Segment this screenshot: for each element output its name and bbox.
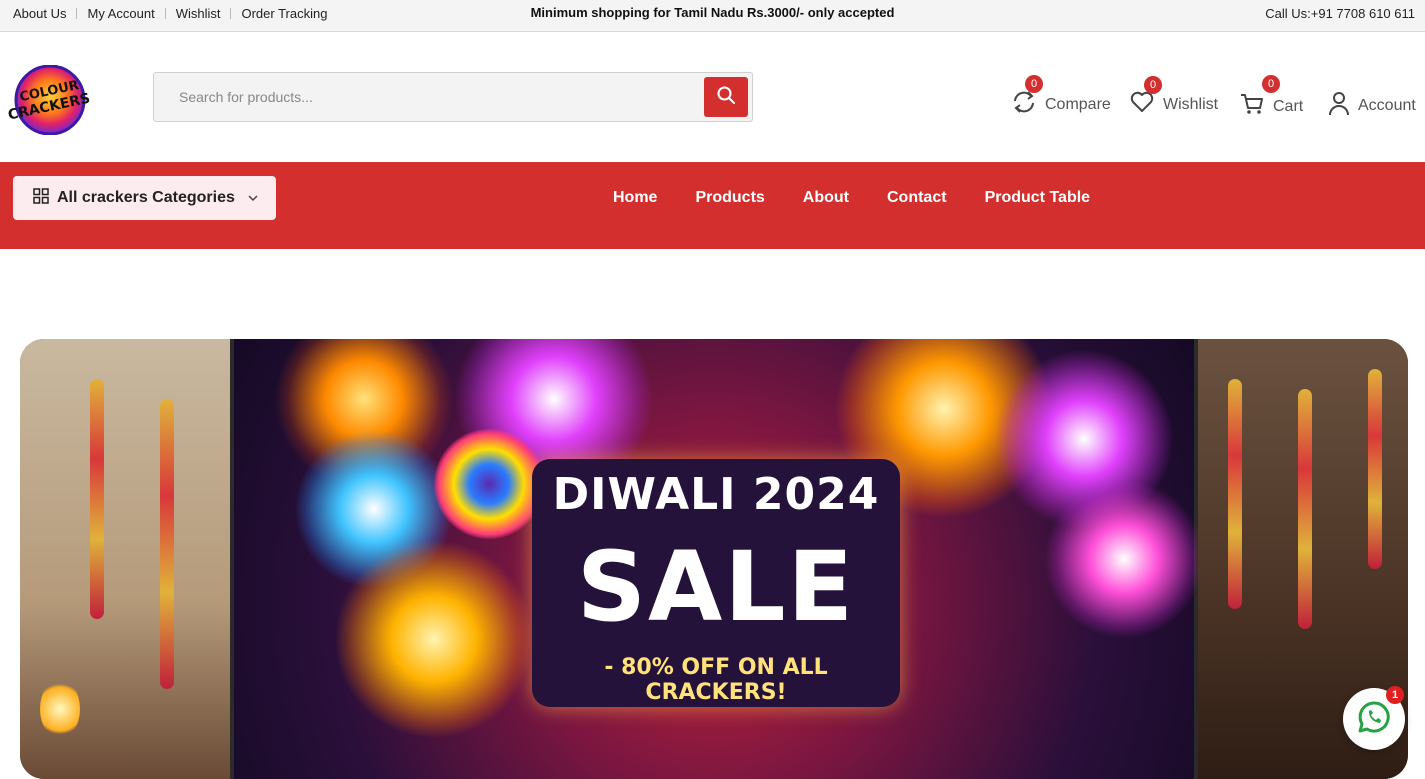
nav-contact[interactable]: Contact <box>887 189 947 207</box>
diya-flame <box>40 679 80 739</box>
wishlist-button[interactable]: Wishlist <box>1129 89 1218 120</box>
tassel-decoration <box>90 379 104 619</box>
all-categories-dropdown[interactable]: All crackers Categories <box>13 176 276 220</box>
main-nav: All crackers Categories Home Products Ab… <box>0 162 1425 249</box>
cart-button[interactable]: Cart <box>1239 91 1303 122</box>
categories-label: All crackers Categories <box>57 189 235 206</box>
nav-links: Home Products About Contact Product Tabl… <box>594 189 1109 207</box>
search-input[interactable] <box>154 73 694 121</box>
compare-button[interactable]: Compare <box>1011 89 1111 120</box>
firework-burst <box>334 539 534 739</box>
sale-card: DIWALI 2024 SALE - 80% OFF ON ALL CRACKE… <box>532 459 900 707</box>
whatsapp-notification-badge: 1 <box>1386 686 1404 704</box>
site-logo[interactable]: COLOUR CRACKERS <box>2 64 98 136</box>
nav-products[interactable]: Products <box>695 189 764 207</box>
top-bar: About Us My Account Wishlist Order Track… <box>0 0 1425 32</box>
compare-count-badge: 0 <box>1025 75 1043 93</box>
search-icon <box>716 85 736 110</box>
chevron-down-icon <box>247 189 259 207</box>
compare-icon <box>1011 89 1037 120</box>
nav-home[interactable]: Home <box>613 189 657 207</box>
sale-offer: - 80% OFF ON ALL CRACKERS! <box>604 655 828 705</box>
whatsapp-icon <box>1357 700 1391 739</box>
hero-banner[interactable]: DIWALI 2024 SALE - 80% OFF ON ALL CRACKE… <box>20 339 1408 779</box>
cart-count-badge: 0 <box>1262 75 1280 93</box>
account-label: Account <box>1358 96 1416 114</box>
tassel-decoration <box>1298 389 1312 629</box>
firework-burst <box>1044 479 1204 639</box>
sale-headline: SALE <box>576 531 856 643</box>
tassel-decoration <box>1228 379 1242 609</box>
wishlist-count-badge: 0 <box>1144 76 1162 94</box>
sale-title: DIWALI 2024 <box>552 469 880 520</box>
cart-label: Cart <box>1273 97 1304 115</box>
phone-number: Call Us:+91 7708 610 611 <box>1265 6 1415 21</box>
shopping-notice: Minimum shopping for Tamil Nadu Rs.3000/… <box>530 5 895 20</box>
banner-center-panel: DIWALI 2024 SALE - 80% OFF ON ALL CRACKE… <box>230 339 1204 779</box>
compare-label: Compare <box>1045 95 1111 113</box>
wishlist-label: Wishlist <box>1163 95 1219 113</box>
chakra-decoration <box>434 429 544 539</box>
cart-icon <box>1239 91 1265 122</box>
tassel-decoration <box>1368 369 1382 569</box>
account-button[interactable]: Account <box>1328 90 1416 121</box>
search-button[interactable] <box>704 77 748 117</box>
nav-product-table[interactable]: Product Table <box>985 189 1091 207</box>
grid-icon <box>33 187 49 209</box>
search-bar <box>153 72 753 122</box>
banner-left-panel <box>20 339 230 779</box>
nav-about[interactable]: About <box>803 189 849 207</box>
site-header: COLOUR CRACKERS Compare 0 Wishlist 0 Car… <box>0 32 1425 162</box>
user-icon <box>1328 90 1350 121</box>
tassel-decoration <box>160 399 174 689</box>
